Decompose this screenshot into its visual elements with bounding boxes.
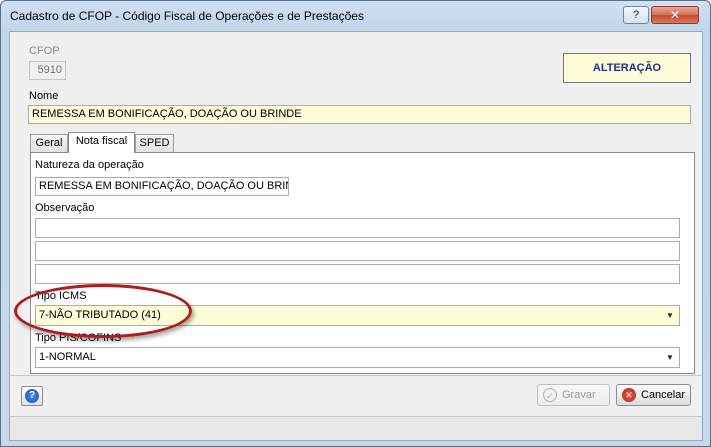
save-button: ✓ Gravar (537, 384, 610, 406)
footer-divider (10, 375, 702, 376)
tipo-pis-cofins-select[interactable]: 1-NORMAL ▼ (35, 347, 680, 368)
cfop-code-field: 5910 (29, 61, 66, 80)
save-button-label: Gravar (562, 389, 596, 401)
tab-sped[interactable]: SPED (135, 134, 174, 152)
tipo-pis-cofins-label: Tipo PIS/COFINS (35, 332, 122, 344)
window-title: Cadastro de CFOP - Código Fiscal de Oper… (10, 9, 364, 23)
cancel-button[interactable]: ✕ Cancelar (616, 384, 691, 406)
observacao-line-3[interactable] (35, 264, 680, 284)
checkmark-icon: ✓ (543, 388, 557, 402)
nota-fiscal-panel: Natureza da operação REMESSA EM BONIFICA… (30, 152, 695, 374)
tipo-icms-select[interactable]: 7-NÃO TRIBUTADO (41) ▼ (35, 305, 680, 326)
chevron-down-icon[interactable]: ▼ (663, 350, 677, 365)
observacao-line-1[interactable] (35, 218, 680, 238)
status-strip (10, 416, 702, 440)
natureza-label: Natureza da operação (35, 159, 144, 171)
tipo-pis-cofins-value: 1-NORMAL (39, 351, 96, 363)
tipo-icms-label: Tipo ICMS (35, 290, 87, 302)
cfop-label: CFOP (29, 45, 60, 57)
title-bar[interactable]: Cadastro de CFOP - Código Fiscal de Oper… (1, 1, 710, 31)
observacao-line-2[interactable] (35, 241, 680, 261)
nome-label: Nome (29, 90, 59, 102)
titlebar-help-button[interactable]: ? (623, 6, 649, 24)
natureza-input[interactable]: REMESSA EM BONIFICAÇÃO, DOAÇÃO OU BRINDE (35, 177, 289, 196)
observacao-label: Observação (35, 202, 95, 214)
cancel-icon: ✕ (622, 388, 636, 402)
cancel-button-label: Cancelar (641, 389, 686, 401)
help-button[interactable]: ? (21, 386, 43, 406)
chevron-down-icon[interactable]: ▼ (663, 308, 677, 323)
mode-badge: ALTERAÇÃO (563, 53, 691, 83)
tipo-icms-value: 7-NÃO TRIBUTADO (41) (39, 309, 161, 321)
dialog-client-area: CFOP 5910 ALTERAÇÃO Nome REMESSA EM BONI… (9, 31, 703, 441)
cfop-dialog-window: Cadastro de CFOP - Código Fiscal de Oper… (0, 0, 711, 447)
tab-geral[interactable]: Geral (30, 134, 68, 152)
help-icon: ? (25, 389, 39, 403)
nome-input[interactable]: REMESSA EM BONIFICAÇÃO, DOAÇÃO OU BRINDE (28, 105, 691, 124)
close-button[interactable]: ✕ (651, 6, 699, 24)
tab-nota-fiscal[interactable]: Nota fiscal (68, 132, 135, 153)
